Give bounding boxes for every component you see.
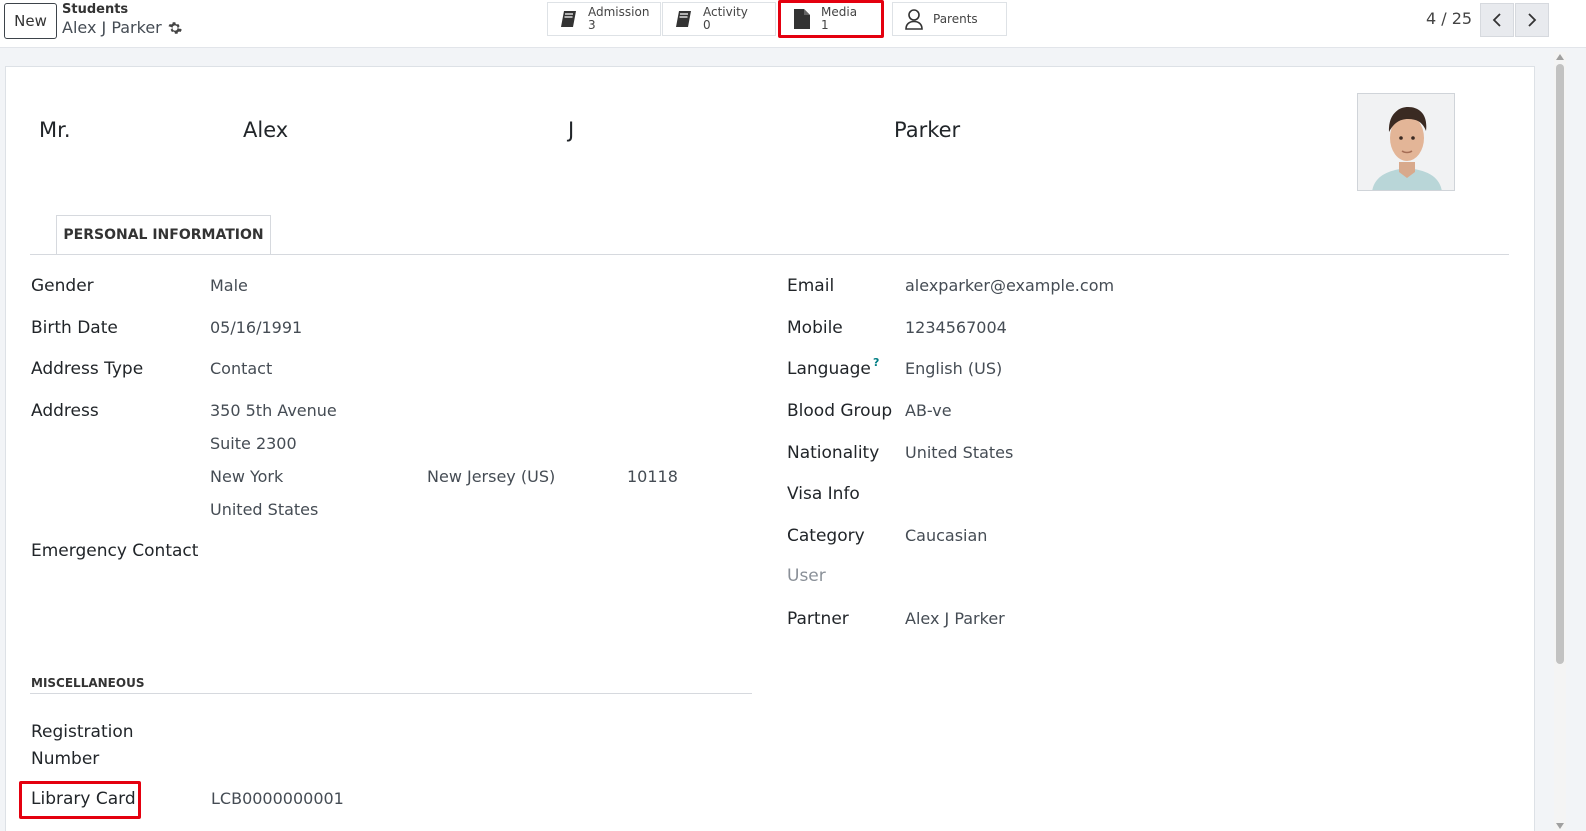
city-field[interactable]: New York xyxy=(210,467,283,486)
first-name-field[interactable]: Alex xyxy=(243,118,288,142)
control-panel: New Students Alex J Parker Admission 3 A… xyxy=(0,0,1586,48)
scroll-thumb[interactable] xyxy=(1556,64,1564,664)
student-photo[interactable] xyxy=(1357,93,1455,191)
user-label: User xyxy=(787,566,826,586)
language-value[interactable]: English (US) xyxy=(905,359,1002,378)
nationality-value[interactable]: United States xyxy=(905,443,1013,462)
email-value[interactable]: alexparker@example.com xyxy=(905,276,1114,295)
street2-field[interactable]: Suite 2300 xyxy=(210,434,297,453)
scroll-down-arrow[interactable] xyxy=(1556,823,1564,829)
language-label: Language xyxy=(787,359,871,379)
admission-smart-button[interactable]: Admission 3 xyxy=(547,2,661,36)
mobile-value[interactable]: 1234567004 xyxy=(905,318,1007,337)
last-name-field[interactable]: Parker xyxy=(894,118,960,142)
address-type-value[interactable]: Contact xyxy=(210,359,272,378)
pager-previous-button[interactable] xyxy=(1480,3,1514,37)
email-label: Email xyxy=(787,276,835,296)
state-field[interactable]: New Jersey (US) xyxy=(427,467,555,486)
emergency-contact-label: Emergency Contact xyxy=(31,541,199,561)
admission-label: Admission xyxy=(588,5,650,19)
parents-label: Parents xyxy=(933,12,978,26)
section-divider xyxy=(30,693,752,694)
street-field[interactable]: 350 5th Avenue xyxy=(210,401,337,420)
new-button[interactable]: New xyxy=(4,3,57,39)
chevron-left-icon xyxy=(1492,13,1501,27)
admission-count: 3 xyxy=(588,18,596,32)
blood-group-value[interactable]: AB-ve xyxy=(905,401,952,420)
visa-info-label: Visa Info xyxy=(787,484,860,504)
chevron-right-icon xyxy=(1528,13,1537,27)
category-value[interactable]: Caucasian xyxy=(905,526,987,545)
pager-next-button[interactable] xyxy=(1515,3,1549,37)
gender-label: Gender xyxy=(31,276,94,296)
birth-date-label: Birth Date xyxy=(31,318,118,338)
gear-icon[interactable] xyxy=(168,21,182,35)
gender-value[interactable]: Male xyxy=(210,276,248,295)
tab-personal-information[interactable]: PERSONAL INFORMATION xyxy=(56,215,271,255)
vertical-scrollbar[interactable] xyxy=(1554,52,1566,831)
registration-number-label-line1: Registration xyxy=(31,722,134,742)
parents-smart-button[interactable]: Parents xyxy=(892,2,1007,36)
tab-divider xyxy=(30,254,1509,255)
scroll-up-arrow[interactable] xyxy=(1556,54,1564,60)
partner-value[interactable]: Alex J Parker xyxy=(905,609,1005,628)
breadcrumb-current: Alex J Parker xyxy=(62,18,182,37)
partner-label: Partner xyxy=(787,609,849,629)
zip-field[interactable]: 10118 xyxy=(627,467,678,486)
library-card-value[interactable]: LCB0000000001 xyxy=(211,789,344,808)
category-label: Category xyxy=(787,526,865,546)
breadcrumb-parent[interactable]: Students xyxy=(62,2,128,17)
book-icon xyxy=(558,8,580,30)
language-help-tooltip[interactable]: ? xyxy=(873,356,879,369)
birth-date-value[interactable]: 05/16/1991 xyxy=(210,318,302,337)
registration-number-label-line2: Number xyxy=(31,749,100,769)
book-icon xyxy=(673,8,695,30)
miscellaneous-section-title: MISCELLANEOUS xyxy=(31,676,145,690)
library-card-highlight-box xyxy=(19,781,141,819)
activity-smart-button[interactable]: Activity 0 xyxy=(662,2,776,36)
address-label: Address xyxy=(31,401,99,421)
nationality-label: Nationality xyxy=(787,443,880,463)
middle-name-field[interactable]: J xyxy=(568,118,574,142)
country-field[interactable]: United States xyxy=(210,500,318,519)
title-field[interactable]: Mr. xyxy=(39,118,71,142)
media-highlight-box xyxy=(778,0,884,38)
pager-value[interactable]: 4 / 25 xyxy=(1426,9,1472,28)
address-type-label: Address Type xyxy=(31,359,144,379)
breadcrumb-current-label: Alex J Parker xyxy=(62,18,162,37)
activity-count: 0 xyxy=(703,18,711,32)
blood-group-label: Blood Group xyxy=(787,401,893,421)
mobile-label: Mobile xyxy=(787,318,843,338)
avatar xyxy=(1358,94,1454,190)
user-icon xyxy=(903,8,925,30)
